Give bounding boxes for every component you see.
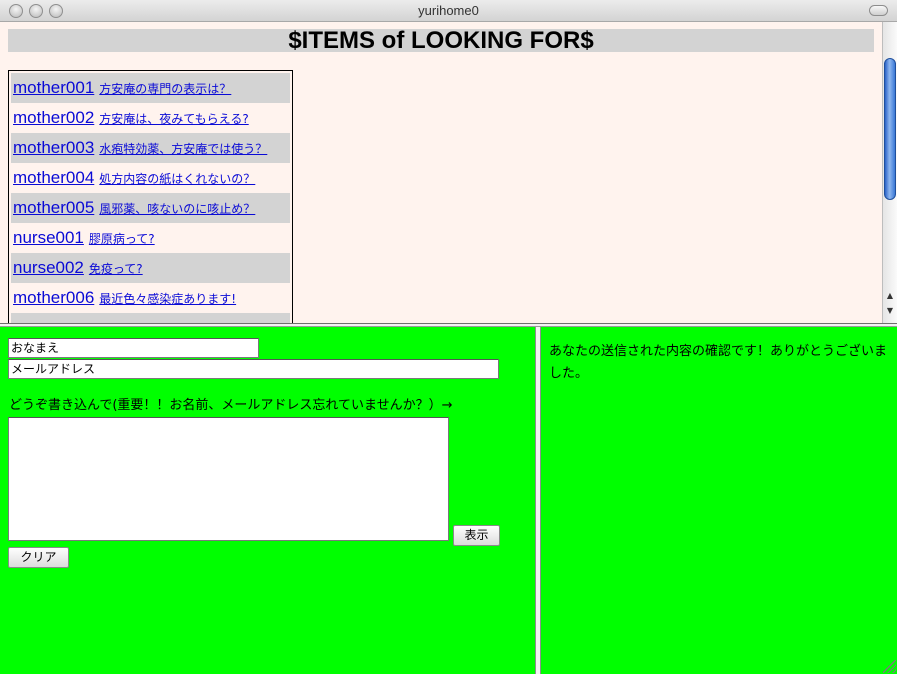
toolbar-toggle-button[interactable] bbox=[869, 5, 888, 16]
list-item: mother003 水疱特効薬、方安庵では使う？ bbox=[11, 133, 290, 163]
form-frame: おなまえ メールアドレス どうぞ書き込んで(重要！！お名前、メールアドレス忘れて… bbox=[0, 327, 535, 674]
link-id: mother002 bbox=[13, 108, 95, 127]
link-text: 方安庵は、夜みてもらえる? bbox=[99, 112, 249, 126]
heading-bar: $ITEMS of LOOKING FOR$ bbox=[8, 27, 874, 54]
message-prompt: どうぞ書き込んで(重要！！お名前、メールアドレス忘れていませんか？）→ bbox=[9, 398, 453, 413]
link-id: mother005 bbox=[13, 198, 95, 217]
link-text: 最近色々感染症あります! bbox=[99, 292, 237, 306]
link-id: nurse002 bbox=[13, 258, 84, 277]
top-frame: $ITEMS of LOOKING FOR$ mother001 方安庵の専門の表… bbox=[0, 22, 897, 323]
clear-button[interactable]: クリア bbox=[8, 547, 69, 568]
link-id: mother001 bbox=[13, 78, 95, 97]
resize-grip-icon[interactable] bbox=[883, 660, 896, 673]
list-item: nurse002 免疫って? bbox=[11, 253, 290, 283]
faq-link[interactable]: mother006 最近色々感染症あります! bbox=[13, 288, 236, 308]
list-item: mother005 風邪薬、咳ないのに咳止め？ bbox=[11, 193, 290, 223]
link-id: mother006 bbox=[13, 288, 95, 307]
list-item: mother001 方安庵の専門の表示は？ bbox=[11, 73, 290, 103]
link-id: mother003 bbox=[13, 138, 95, 157]
faq-link[interactable]: mother003 水疱特効薬、方安庵では使う？ bbox=[13, 138, 267, 158]
name-field[interactable]: おなまえ bbox=[8, 338, 259, 358]
faq-link[interactable]: mother004 処方内容の紙はくれないの？ bbox=[13, 168, 255, 188]
link-text: 膠原病って? bbox=[88, 232, 155, 246]
window-title: yurihome0 bbox=[418, 3, 479, 18]
show-button[interactable]: 表示 bbox=[453, 525, 500, 546]
faq-link[interactable]: mother002 方安庵は、夜みてもらえる? bbox=[13, 108, 249, 128]
list-item: mother002 方安庵は、夜みてもらえる? bbox=[11, 103, 290, 133]
message-textarea[interactable] bbox=[8, 417, 449, 541]
list-item: nurse001 膠原病って? bbox=[11, 223, 290, 253]
faq-link[interactable]: nurse001 膠原病って? bbox=[13, 228, 155, 248]
list-item: mother006 最近色々感染症あります! bbox=[11, 283, 290, 313]
link-table: mother001 方安庵の専門の表示は？ mother002 方安庵は、夜みてもら… bbox=[8, 70, 293, 323]
list-item: mother004 処方内容の紙はくれないの？ bbox=[11, 163, 290, 193]
email-field[interactable]: メールアドレス bbox=[8, 359, 499, 379]
faq-link[interactable]: mother001 方安庵の専門の表示は？ bbox=[13, 78, 231, 98]
window-titlebar: yurihome0 bbox=[0, 0, 897, 22]
faq-link[interactable]: nurse002 免疫って? bbox=[13, 258, 143, 278]
link-text: 処方内容の紙はくれないの？ bbox=[99, 172, 256, 186]
scroll-up-arrow-icon[interactable]: ▲ bbox=[883, 290, 897, 302]
list-item-partial bbox=[11, 313, 290, 323]
page-heading: $ITEMS of LOOKING FOR$ bbox=[288, 27, 594, 54]
link-id: mother004 bbox=[13, 168, 95, 187]
link-text: 風邪薬、咳ないのに咳止め？ bbox=[99, 202, 256, 216]
vertical-scrollbar[interactable]: ▲ ▼ bbox=[882, 22, 897, 323]
scrollbar-thumb[interactable] bbox=[884, 58, 896, 200]
link-text: 方安庵の専門の表示は？ bbox=[99, 82, 232, 96]
confirmation-message: あなたの送信された内容の確認です！ありがとうございました。 bbox=[549, 344, 888, 381]
link-text: 水疱特効薬、方安庵では使う？ bbox=[99, 142, 268, 156]
link-id: nurse001 bbox=[13, 228, 84, 247]
confirmation-frame: あなたの送信された内容の確認です！ありがとうございました。 bbox=[541, 327, 897, 674]
scroll-down-arrow-icon[interactable]: ▼ bbox=[883, 305, 897, 317]
link-text: 免疫って? bbox=[88, 262, 143, 276]
faq-link[interactable]: mother005 風邪薬、咳ないのに咳止め？ bbox=[13, 198, 255, 218]
